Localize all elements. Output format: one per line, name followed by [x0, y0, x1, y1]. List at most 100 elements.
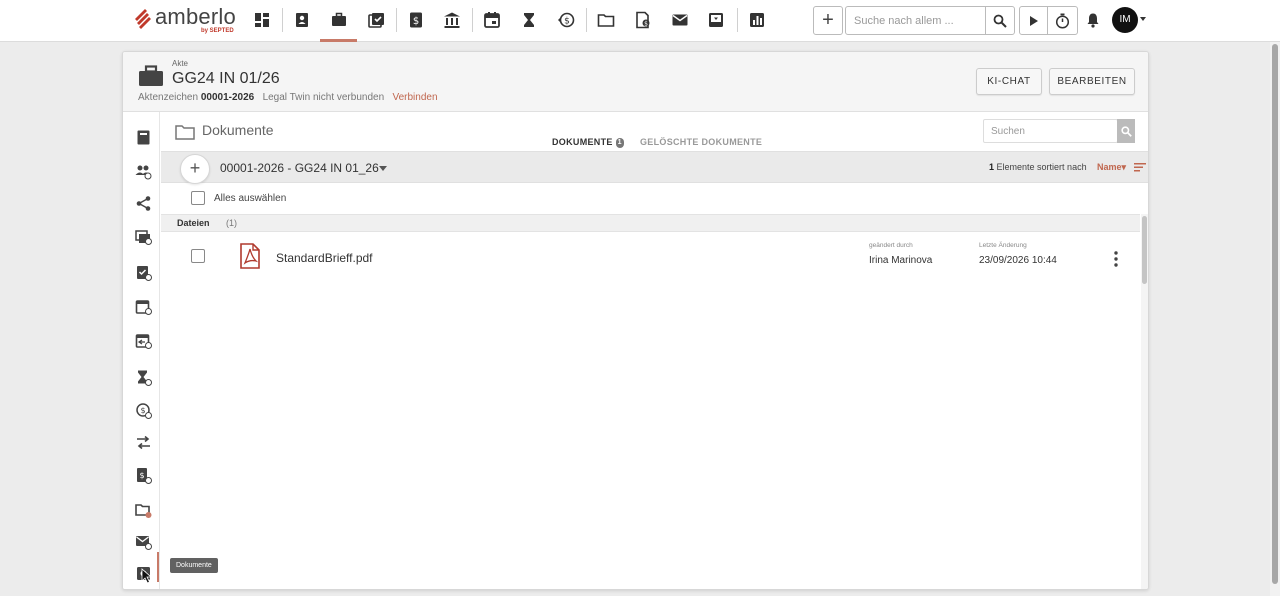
- sort-field-dropdown[interactable]: Name▾: [1097, 162, 1126, 173]
- amberlo-logo[interactable]: amberlo by SEPTED: [133, 4, 236, 38]
- matter-card: Akte GG24 IN 01/26 Aktenzeichen 00001-20…: [122, 51, 1149, 590]
- logo-mark-icon: [135, 9, 151, 29]
- notebook-icon[interactable]: [133, 127, 153, 147]
- matter-label: Akte: [172, 59, 189, 68]
- tasks-icon[interactable]: [365, 9, 387, 31]
- mail-icon[interactable]: [669, 9, 691, 31]
- logo-subtitle: by SEPTED: [201, 28, 234, 34]
- folder-path[interactable]: 00001-2026 - GG24 IN 01_26: [220, 161, 379, 175]
- files-group-header: Dateien (1): [161, 214, 1140, 232]
- search-icon: [993, 14, 1007, 28]
- top-navigation-bar: amberlo by SEPTED $ $ $ + Suche nach all…: [0, 0, 1280, 42]
- select-all-checkbox[interactable]: [191, 191, 205, 205]
- stopwatch-button[interactable]: [1047, 6, 1078, 35]
- chevron-down-icon[interactable]: [379, 166, 387, 171]
- active-rail-indicator: [157, 552, 159, 582]
- folder-settings-icon[interactable]: $: [632, 9, 654, 31]
- briefcase-icon: [139, 65, 163, 86]
- user-menu-caret-icon[interactable]: [1140, 17, 1146, 21]
- global-search-input[interactable]: Suche nach allem ...: [845, 6, 986, 35]
- list-scrollbar-thumb[interactable]: [1142, 216, 1147, 284]
- group-count: (1): [226, 218, 237, 228]
- play-icon: [1029, 15, 1038, 26]
- calendar-icon[interactable]: [481, 9, 503, 31]
- briefcase-icon[interactable]: [328, 9, 350, 31]
- matter-title: GG24 IN 01/26: [172, 70, 280, 87]
- money-history-icon[interactable]: $: [133, 400, 153, 420]
- last-change-value: 23/09/2026 10:44: [979, 255, 1057, 266]
- stopwatch-icon: [1055, 13, 1070, 29]
- notifications-bell-icon[interactable]: [1083, 10, 1103, 30]
- legal-twin-status: Legal Twin nicht verbunden: [262, 92, 385, 103]
- search-icon: [1120, 125, 1132, 137]
- page-scrollbar-thumb[interactable]: [1272, 44, 1278, 584]
- sort-order-icon[interactable]: [1134, 162, 1146, 172]
- bank-icon[interactable]: [441, 9, 463, 31]
- contacts-icon[interactable]: [291, 9, 313, 31]
- invoice-icon[interactable]: $: [405, 9, 427, 31]
- group-label: Dateien: [177, 218, 210, 228]
- tab-deleted-documents[interactable]: GELÖSCHTE DOKUMENTE: [640, 137, 762, 147]
- create-new-button[interactable]: +: [813, 6, 843, 35]
- edit-button[interactable]: BEARBEITEN: [1049, 68, 1135, 95]
- dashboard-icon[interactable]: [251, 9, 273, 31]
- documents-icon[interactable]: [133, 500, 153, 520]
- sort-info: 1 Elemente sortiert nach: [989, 162, 1087, 172]
- mouse-cursor-icon: [141, 568, 153, 584]
- tab-documents[interactable]: DOKUMENTE 1: [552, 137, 624, 148]
- people-icon[interactable]: [133, 161, 153, 181]
- add-document-button[interactable]: +: [180, 154, 210, 184]
- hourglass-icon[interactable]: [518, 9, 540, 31]
- hourglass-icon[interactable]: [133, 367, 153, 387]
- start-timer-button[interactable]: [1019, 6, 1048, 35]
- active-nav-indicator: [320, 39, 357, 42]
- tab-documents-label: DOKUMENTE: [552, 137, 613, 147]
- invoice-icon[interactable]: $: [133, 465, 153, 485]
- screens-icon[interactable]: [133, 226, 153, 246]
- logo-text: amberlo: [155, 4, 236, 29]
- matter-meta: Aktenzeichen 00001-2026 Legal Twin nicht…: [138, 92, 438, 103]
- documents-title: Dokumente: [202, 122, 274, 138]
- sort-field-label: Name: [1097, 162, 1122, 172]
- connect-link[interactable]: Verbinden: [392, 92, 437, 103]
- documents-search-button[interactable]: [1117, 119, 1135, 143]
- sort-text: Elemente sortiert nach: [996, 162, 1087, 172]
- inbox-icon[interactable]: [705, 9, 727, 31]
- file-checkbox[interactable]: [191, 249, 205, 263]
- pdf-file-icon: [240, 243, 260, 269]
- calendar-icon[interactable]: [133, 296, 153, 316]
- reference-label: Aktenzeichen: [138, 92, 199, 103]
- svg-text:$: $: [413, 16, 419, 27]
- user-avatar[interactable]: IM: [1112, 7, 1138, 33]
- nav-divider: [282, 8, 283, 32]
- matter-side-rail: $ $ Dokumente: [123, 112, 218, 589]
- nav-divider: [737, 8, 738, 32]
- time-history-icon[interactable]: $: [555, 9, 577, 31]
- folder-path-bar: + 00001-2026 - GG24 IN 01_26 1 Elemente …: [161, 151, 1148, 184]
- ai-chat-button[interactable]: KI-CHAT: [976, 68, 1042, 95]
- changed-by-value: Irina Marinova: [869, 255, 933, 266]
- transfer-icon[interactable]: [133, 432, 153, 452]
- nav-divider: [472, 8, 473, 32]
- search-button[interactable]: [985, 6, 1015, 35]
- documents-panel: Dokumente DOKUMENTE 1 GELÖSCHTE DOKUMENTE…: [161, 112, 1148, 589]
- share-icon[interactable]: [133, 193, 153, 213]
- file-name[interactable]: StandardBrieff.pdf: [276, 251, 373, 265]
- svg-text:$: $: [564, 17, 570, 27]
- checklist-icon[interactable]: [133, 262, 153, 282]
- calendar-transfer-icon[interactable]: [133, 330, 153, 350]
- documents-search-input[interactable]: Suchen: [983, 119, 1118, 143]
- reports-icon[interactable]: [746, 9, 768, 31]
- tab-documents-badge: 1: [615, 137, 624, 148]
- reference-value: 00001-2026: [200, 92, 255, 103]
- table-row[interactable]: StandardBrieff.pdf geändert durch Irina …: [161, 233, 1140, 285]
- matter-header: Akte GG24 IN 01/26 Aktenzeichen 00001-20…: [123, 52, 1148, 112]
- nav-divider: [586, 8, 587, 32]
- mail-icon[interactable]: [133, 531, 153, 551]
- folder-icon[interactable]: [595, 9, 617, 31]
- svg-text:$: $: [139, 471, 144, 480]
- select-all-label[interactable]: Alles auswählen: [214, 193, 286, 204]
- svg-text:$: $: [644, 21, 648, 28]
- changed-by-label: geändert durch: [869, 242, 913, 249]
- more-options-icon[interactable]: [1111, 250, 1121, 268]
